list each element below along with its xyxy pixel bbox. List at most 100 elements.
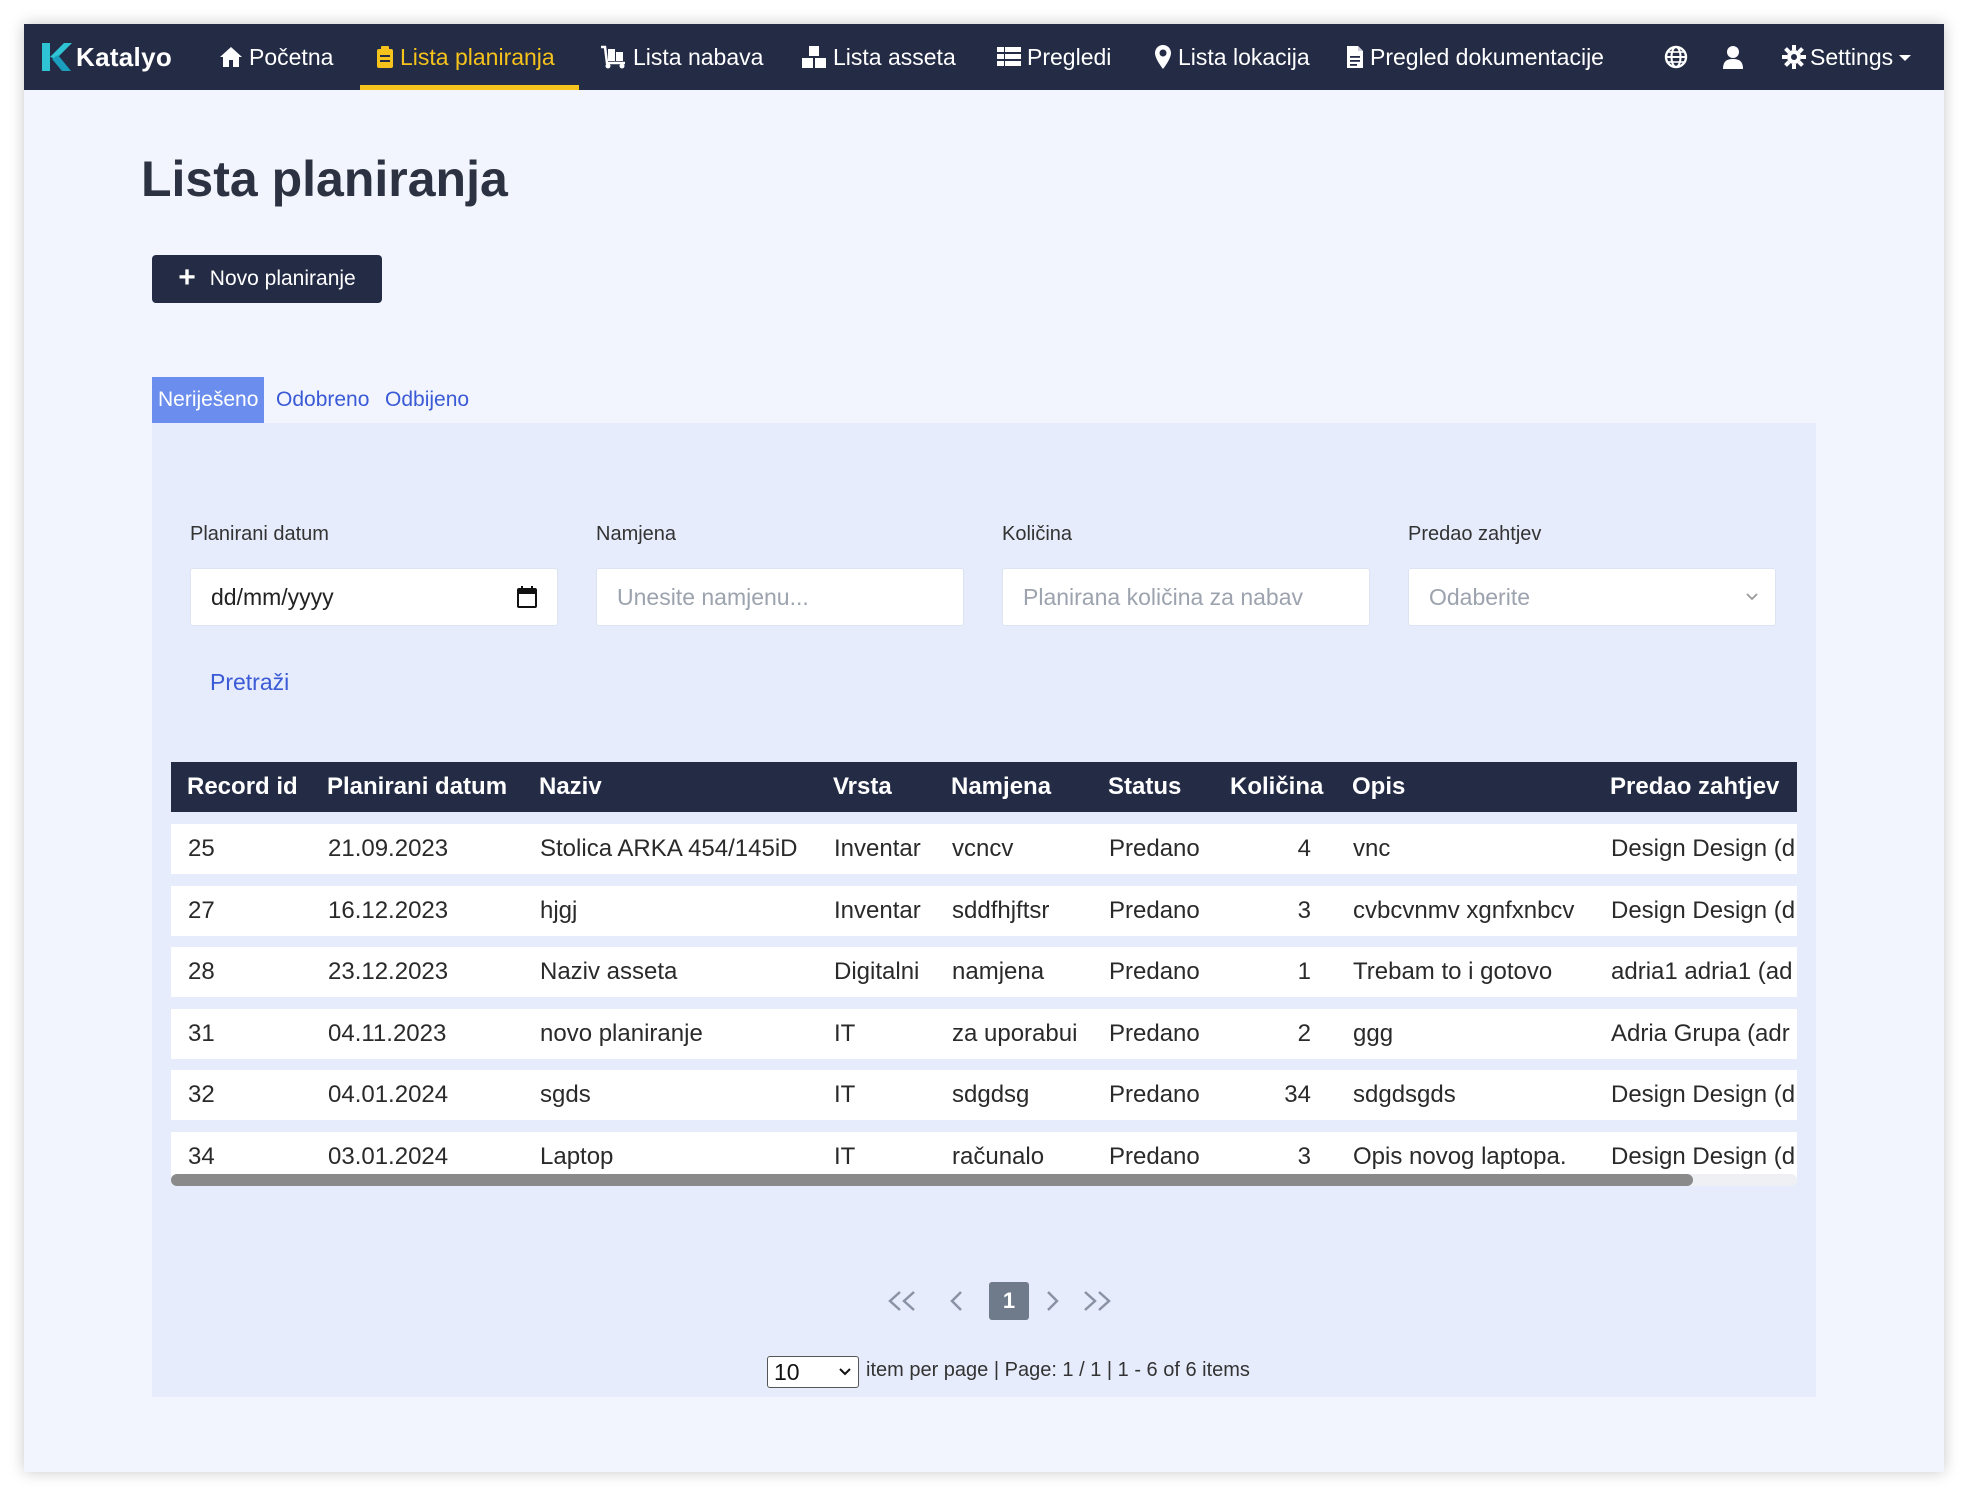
requester-filter-label: Predao zahtjev — [1408, 523, 1542, 545]
table-cell: 16.12.2023 — [328, 896, 449, 924]
column-header[interactable]: Naziv — [539, 762, 602, 812]
settings-dropdown[interactable]: Settings — [1782, 24, 1912, 90]
clipboard-icon — [376, 45, 394, 69]
table-cell: 34 — [1284, 1081, 1311, 1109]
top-navbar: Katalyo Početna Lista planiranja Lista n… — [24, 24, 1944, 90]
nav-item-lista-nabava[interactable]: Lista nabava — [599, 24, 763, 90]
new-planning-label: Novo planiranje — [209, 267, 356, 290]
table-cell: Stolica ARKA 454/145iD — [540, 835, 798, 862]
user-icon — [1723, 46, 1743, 69]
table-cell: Design Design (d — [1611, 1081, 1796, 1109]
column-header[interactable]: Status — [1108, 762, 1181, 812]
table-cell: sddfhjftsr — [952, 896, 1050, 924]
table-header: Record id Planirani datum Naziv Vrsta Na… — [171, 762, 1797, 812]
globe-icon — [1664, 45, 1688, 69]
nav-label: Početna — [249, 43, 334, 70]
nav-item-pregledi[interactable]: Pregledi — [997, 24, 1111, 90]
purpose-input[interactable]: Unesite namjenu... — [596, 568, 964, 626]
column-header[interactable]: Planirani datum — [327, 762, 507, 812]
nav-item-lista-planiranja[interactable]: Lista planiranja — [360, 24, 579, 90]
table-cell: IT — [834, 1019, 856, 1047]
search-button[interactable]: Pretraži — [210, 669, 289, 696]
map-marker-icon — [1154, 44, 1172, 70]
column-header[interactable]: Namjena — [951, 762, 1051, 812]
pagination-info: item per page | Page: 1 / 1 | 1 - 6 of 6… — [866, 1359, 1250, 1381]
scrollbar-thumb[interactable] — [171, 1174, 1693, 1186]
column-header[interactable]: Opis — [1352, 762, 1405, 812]
current-page-button[interactable]: 1 — [989, 1282, 1029, 1320]
table-cell: Design Design (d — [1611, 835, 1796, 862]
requester-placeholder: Odaberite — [1429, 583, 1531, 610]
column-header[interactable]: Količina — [1230, 762, 1323, 812]
requester-select[interactable]: Odaberite — [1408, 568, 1776, 626]
horizontal-scrollbar[interactable] — [171, 1174, 1797, 1186]
table-cell: Adria Grupa (adr — [1611, 1019, 1790, 1047]
table-row[interactable]: 31 04.11.2023 novo planiranje IT za uporabui… — [171, 1008, 1797, 1059]
table-cell: Design Design (d — [1611, 896, 1796, 924]
table-cell: namjena — [952, 958, 1045, 986]
table-cell: Inventar — [834, 835, 921, 862]
table-cell: 04.01.2024 — [328, 1081, 449, 1109]
nav-label: Lista asseta — [833, 43, 956, 70]
nav-item-pregled-dokumentacije[interactable]: Pregled dokumentacije — [1346, 24, 1604, 90]
nav-label: Lista lokacija — [1178, 43, 1310, 70]
table-cell: 1 — [1297, 958, 1311, 986]
date-field[interactable]: dd/mm/yyyy — [190, 568, 558, 626]
table-cell: 4 — [1297, 835, 1311, 862]
table-cell: Trebam to i gotovo — [1353, 958, 1553, 986]
last-page-button[interactable] — [1077, 1281, 1117, 1321]
first-page-button[interactable] — [882, 1281, 922, 1321]
plus-icon: + — [178, 260, 196, 294]
date-filter-label: Planirani datum — [190, 523, 329, 545]
table-cell: sgds — [540, 1081, 591, 1109]
user-profile-button[interactable] — [1722, 24, 1744, 90]
table-cell: 27 — [188, 896, 215, 924]
table-cell: 3 — [1297, 896, 1311, 924]
table-row[interactable]: 28 23.12.2023 Naziv asseta Digitalni namjena… — [171, 947, 1797, 998]
chevron-down-icon — [839, 1368, 851, 1376]
table-cell: 25 — [188, 835, 215, 862]
page-title: Lista planiranja — [141, 151, 508, 207]
nav-label: Lista nabava — [633, 43, 764, 70]
quantity-filter-label: Količina — [1002, 523, 1073, 545]
quantity-input[interactable]: Planirana količina za nabav — [1002, 568, 1370, 626]
date-field-value: dd/mm/yyyy — [211, 583, 334, 610]
table-row[interactable]: 25 21.09.2023 Stolica ARKA 454/145iD Invent… — [171, 824, 1797, 874]
tab-odbijeno[interactable]: Odbijeno — [385, 377, 469, 423]
nav-item-pocetna[interactable]: Početna — [219, 24, 333, 90]
chevron-left-icon — [950, 1291, 962, 1311]
tab-odobreno[interactable]: Odobreno — [276, 377, 369, 423]
table-cell: 2 — [1297, 1019, 1311, 1047]
table-cell: IT — [834, 1081, 856, 1109]
table-icon — [997, 47, 1021, 67]
language-button[interactable] — [1664, 24, 1688, 90]
double-chevron-left-icon — [888, 1291, 915, 1311]
column-header[interactable]: Predao zahtjev — [1610, 762, 1779, 812]
table-cell: novo planiranje — [540, 1019, 703, 1047]
column-header[interactable]: Record id — [187, 762, 298, 812]
calendar-icon[interactable] — [517, 586, 537, 608]
table-row[interactable]: 32 04.01.2024 sgds IT sdgdsg Predano 34 sdgdsgd… — [171, 1070, 1797, 1121]
table-cell: Naziv asseta — [540, 958, 678, 986]
nav-item-lista-lokacija[interactable]: Lista lokacija — [1154, 24, 1310, 90]
tab-nerijeseno[interactable]: Neriješeno — [152, 377, 265, 423]
katalyo-logo-icon — [42, 43, 72, 71]
next-page-button[interactable] — [1037, 1281, 1067, 1321]
previous-page-button[interactable] — [942, 1281, 972, 1321]
filter-panel: Planirani datum dd/mm/yyyy Namjena Unesi… — [152, 423, 1816, 1397]
nav-item-lista-asseta[interactable]: Lista asseta — [801, 24, 956, 90]
table-cell: hjgj — [540, 896, 578, 924]
table-cell: za uporabui — [952, 1019, 1078, 1047]
document-icon — [1346, 45, 1364, 69]
items-per-page-select[interactable]: 10 — [767, 1356, 859, 1388]
chevron-right-icon — [1047, 1291, 1059, 1311]
quantity-placeholder: Planirana količina za nabav — [1023, 583, 1304, 610]
column-header[interactable]: Vrsta — [833, 762, 892, 812]
table-cell: ggg — [1353, 1019, 1394, 1047]
purpose-placeholder: Unesite namjenu... — [617, 583, 809, 610]
table-cell: sdgdsgds — [1353, 1081, 1456, 1109]
new-planning-button[interactable]: + Novo planiranje — [152, 255, 382, 303]
table-row[interactable]: 27 16.12.2023 hjgj Inventar sddfhjftsr Predan… — [171, 885, 1797, 936]
table-cell: 28 — [188, 958, 215, 986]
purpose-filter-label: Namjena — [596, 523, 677, 545]
